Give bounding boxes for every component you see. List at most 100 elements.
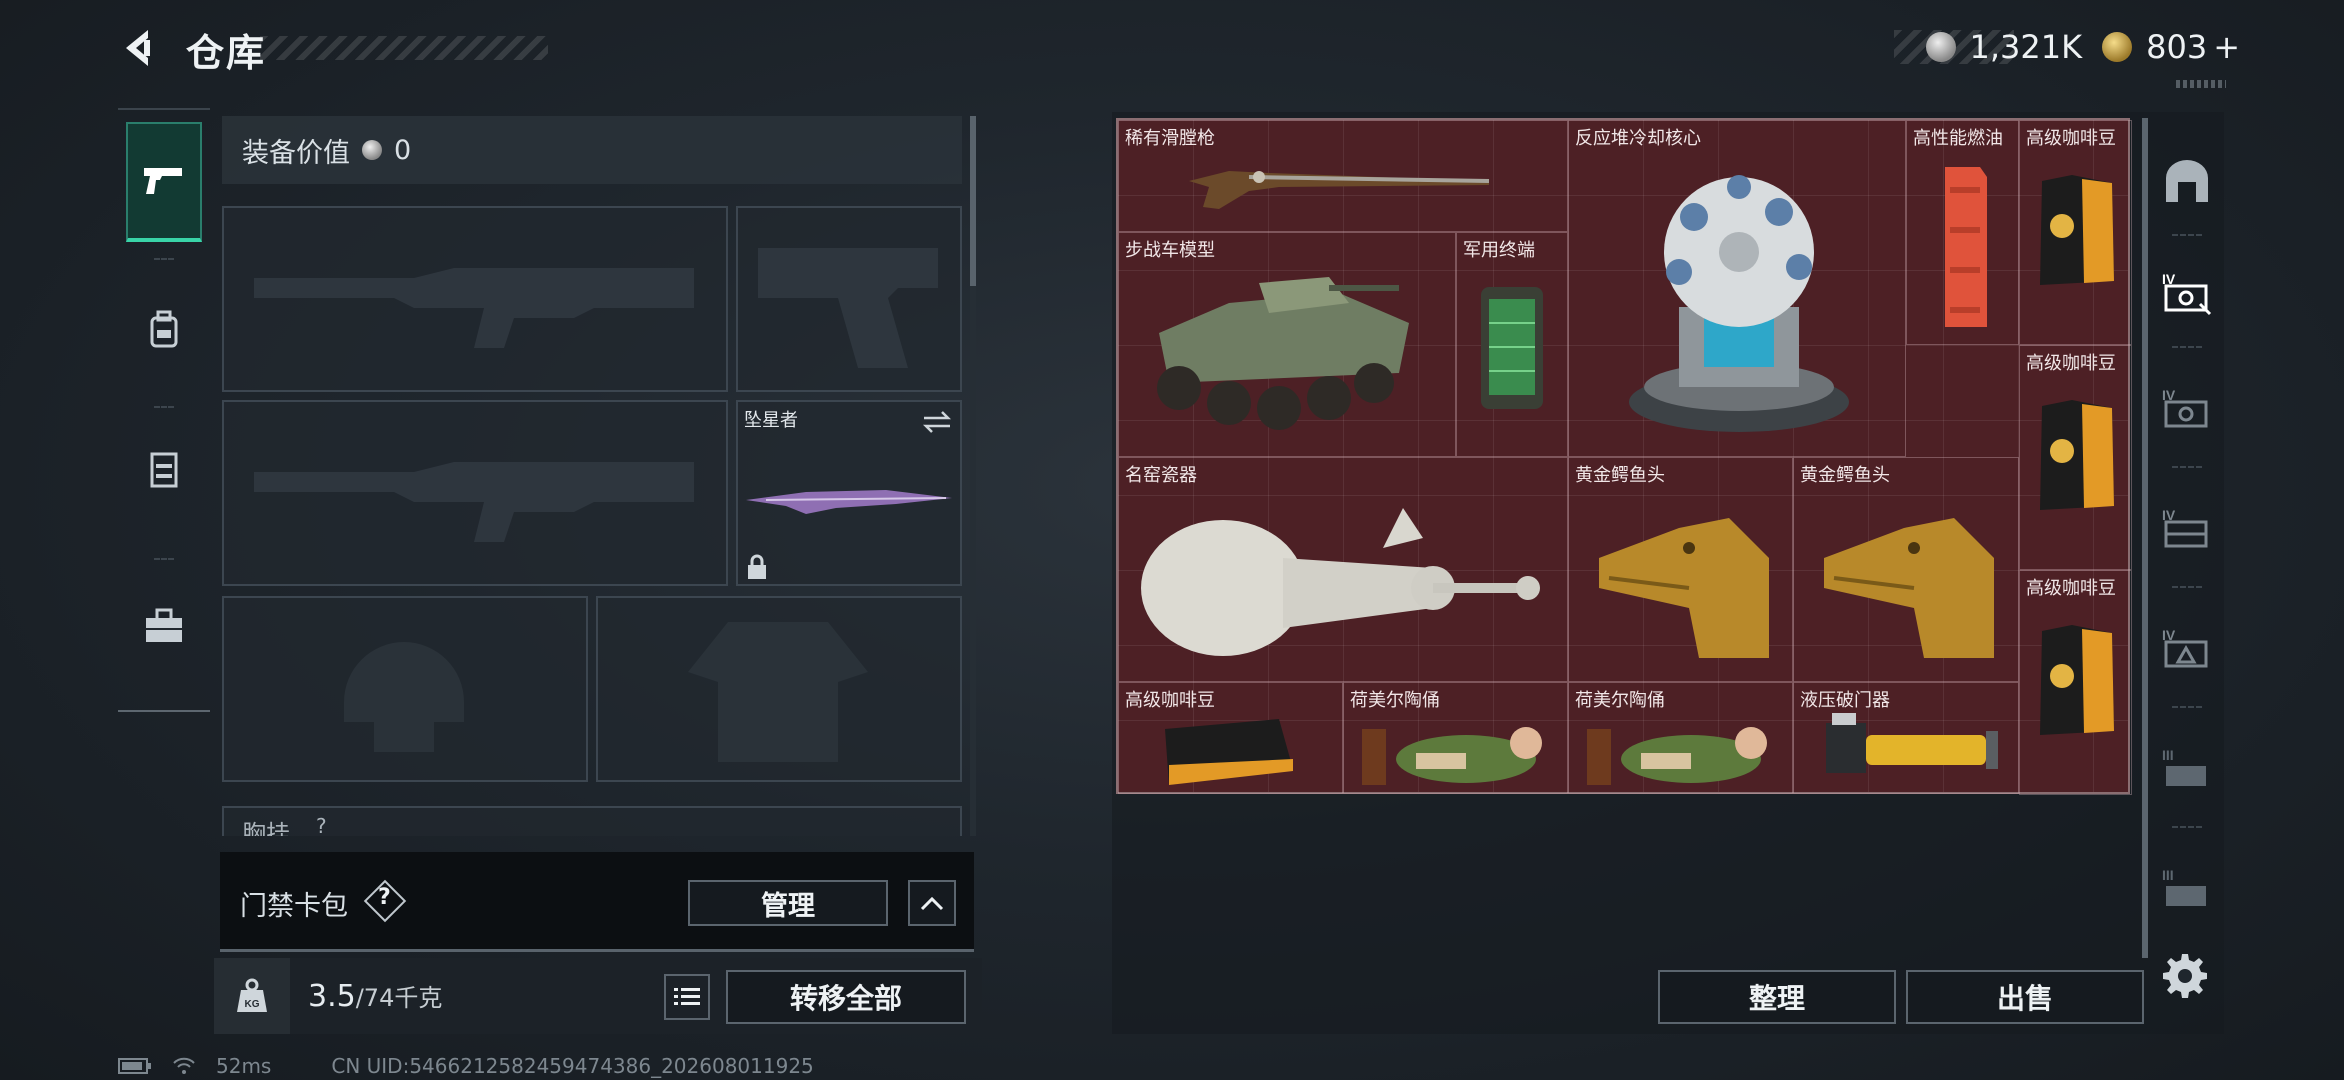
storage-iii-icon: III xyxy=(2162,747,2206,786)
storage-iv-icon: IV xyxy=(2162,271,2212,316)
stash-item[interactable]: 高级咖啡豆 xyxy=(1118,682,1343,794)
gold-croc-head-icon xyxy=(1824,518,1994,658)
helmet-silhouette-icon xyxy=(344,642,464,752)
weight-bar: KG 3.5/74千克 转移全部 xyxy=(214,958,982,1034)
equipment-value-bar: 装备价值 0 xyxy=(222,116,962,184)
toolbox-icon xyxy=(146,608,182,642)
reactor-core-icon xyxy=(1629,175,1849,432)
armor-slot[interactable] xyxy=(596,596,962,782)
item-name: 黄金鳄鱼头 xyxy=(1575,465,1665,486)
stash-item[interactable]: 高性能燃油 xyxy=(1906,120,2019,345)
tab-storage-iv-4[interactable]: IV xyxy=(2150,614,2224,684)
sidearm-slot[interactable] xyxy=(736,206,962,392)
fuel-can-icon xyxy=(1945,167,1987,327)
sell-button[interactable]: 出售 xyxy=(1906,970,2144,1024)
stash-item[interactable]: 军用终端 xyxy=(1456,232,1568,457)
item-name: 高级咖啡豆 xyxy=(2026,578,2116,599)
chevron-up-icon xyxy=(920,896,944,911)
status-bar: 52ms CN UID:5466212582459474386_20260801… xyxy=(118,1054,814,1078)
item-name: 高性能燃油 xyxy=(1913,128,2003,149)
gold-croc-head-icon xyxy=(1599,518,1769,658)
equipment-scroll-thumb[interactable] xyxy=(970,116,976,286)
tab-backpack[interactable] xyxy=(126,270,202,390)
keycard-wallet-bar: 门禁卡包 ? 管理 xyxy=(220,852,974,952)
weight-max: /74千克 xyxy=(355,984,443,1012)
silver-amount: 1,321K xyxy=(1969,28,2083,66)
storage-iv-3-icon: IV xyxy=(2162,507,2208,548)
rifle-silhouette-icon xyxy=(254,268,694,348)
list-view-button[interactable] xyxy=(664,974,710,1020)
page-title: 仓库 xyxy=(186,31,267,75)
equipment-value: 0 xyxy=(394,134,412,166)
home-icon xyxy=(2166,160,2208,202)
tab-storage-iv-3[interactable]: IV xyxy=(2150,494,2224,564)
tab-vest[interactable] xyxy=(126,410,202,530)
stash-item[interactable]: 高级咖啡豆 xyxy=(2019,345,2132,570)
stash-item[interactable]: 黄金鳄鱼头 xyxy=(1793,457,2019,682)
coffee-bag-icon xyxy=(1165,719,1293,785)
stash-scrollbar[interactable] xyxy=(2142,118,2148,958)
title-decoration xyxy=(260,36,548,60)
list-icon xyxy=(674,988,700,1005)
helmet-slot[interactable] xyxy=(222,596,588,782)
tab-storage-iv[interactable]: IV xyxy=(2150,258,2224,328)
svg-text:III: III xyxy=(2162,867,2174,883)
storage-iv-4-icon: IV xyxy=(2162,627,2208,668)
tab-weapons[interactable] xyxy=(126,122,202,242)
expand-button[interactable] xyxy=(908,880,956,926)
stash-item[interactable]: 液压破门器 xyxy=(1793,682,2019,794)
tab-storage-iv-2[interactable]: IV xyxy=(2150,374,2224,444)
item-name: 液压破门器 xyxy=(1800,690,1890,711)
backpack-icon xyxy=(150,310,178,348)
melee-slot[interactable]: 坠星者 xyxy=(736,400,962,586)
tab-home-storage[interactable] xyxy=(2150,146,2224,216)
weight-icon-box: KG xyxy=(214,958,290,1034)
pistol-silhouette-icon xyxy=(758,248,938,368)
silver-coin-icon xyxy=(1925,32,1956,62)
add-currency-button[interactable]: + xyxy=(2213,28,2240,66)
primary-weapon-slot[interactable] xyxy=(222,206,728,392)
melee-name: 坠星者 xyxy=(744,410,798,431)
weight-value: 3.5/74千克 xyxy=(308,978,442,1014)
keycard-wallet-label: 门禁卡包 xyxy=(240,891,348,922)
manage-button[interactable]: 管理 xyxy=(688,880,888,926)
tab-storage-iii[interactable]: III xyxy=(2150,734,2224,804)
chest-rig-help-icon[interactable]: ? xyxy=(316,814,327,836)
secondary-weapon-slot[interactable] xyxy=(222,400,728,586)
stash-item[interactable]: 名窑瓷器 xyxy=(1118,457,1568,682)
tab-toolbox[interactable] xyxy=(126,566,202,686)
ifv-model-icon xyxy=(1157,277,1409,430)
chest-rig-slot[interactable]: 胸挂 ? xyxy=(222,806,962,836)
decorative-marks xyxy=(2176,80,2226,88)
item-name: 名窑瓷器 xyxy=(1125,465,1197,486)
back-icon[interactable] xyxy=(118,26,162,70)
stash-grid: 稀有滑膛枪 反应堆冷却核心 高性能燃油 高级咖啡豆 步战车模型 军用终端 高级咖… xyxy=(1116,118,2132,795)
knife-icon xyxy=(746,490,952,514)
weight-current: 3.5 xyxy=(308,979,356,1014)
stash-item[interactable]: 荷美尔陶俑 xyxy=(1343,682,1568,794)
stash-item[interactable]: 高级咖啡豆 xyxy=(2019,120,2132,345)
stash-item[interactable]: 反应堆冷却核心 xyxy=(1568,120,1906,457)
stash-item[interactable]: 步战车模型 xyxy=(1118,232,1456,457)
stash-item[interactable]: 黄金鳄鱼头 xyxy=(1568,457,1793,682)
item-name: 军用终端 xyxy=(1463,240,1535,261)
uid-text: CN UID:5466212582459474386_202608011925 xyxy=(331,1054,814,1078)
transfer-all-button[interactable]: 转移全部 xyxy=(726,970,966,1024)
help-mark: ? xyxy=(378,885,391,910)
stash-item[interactable]: 稀有滑膛枪 xyxy=(1118,120,1568,232)
item-name: 反应堆冷却核心 xyxy=(1575,128,1701,149)
gold-coin-icon xyxy=(2102,32,2133,62)
lock-icon xyxy=(748,554,766,579)
rifle-silhouette-icon xyxy=(254,462,694,542)
weight-icon: KG xyxy=(237,978,267,1012)
stash-item[interactable]: 荷美尔陶俑 xyxy=(1568,682,1793,794)
settings-gear-icon[interactable] xyxy=(2162,952,2208,998)
item-name: 高级咖啡豆 xyxy=(2026,128,2116,149)
item-name: 稀有滑膛枪 xyxy=(1125,128,1215,149)
weight-icon-text: KG xyxy=(245,999,260,1010)
sort-button[interactable]: 整理 xyxy=(1658,970,1896,1024)
tab-storage-iii-2[interactable]: III xyxy=(2150,854,2224,924)
swap-icon[interactable] xyxy=(922,410,952,434)
stash-item[interactable]: 高级咖啡豆 xyxy=(2019,570,2132,795)
item-name: 黄金鳄鱼头 xyxy=(1800,465,1890,486)
